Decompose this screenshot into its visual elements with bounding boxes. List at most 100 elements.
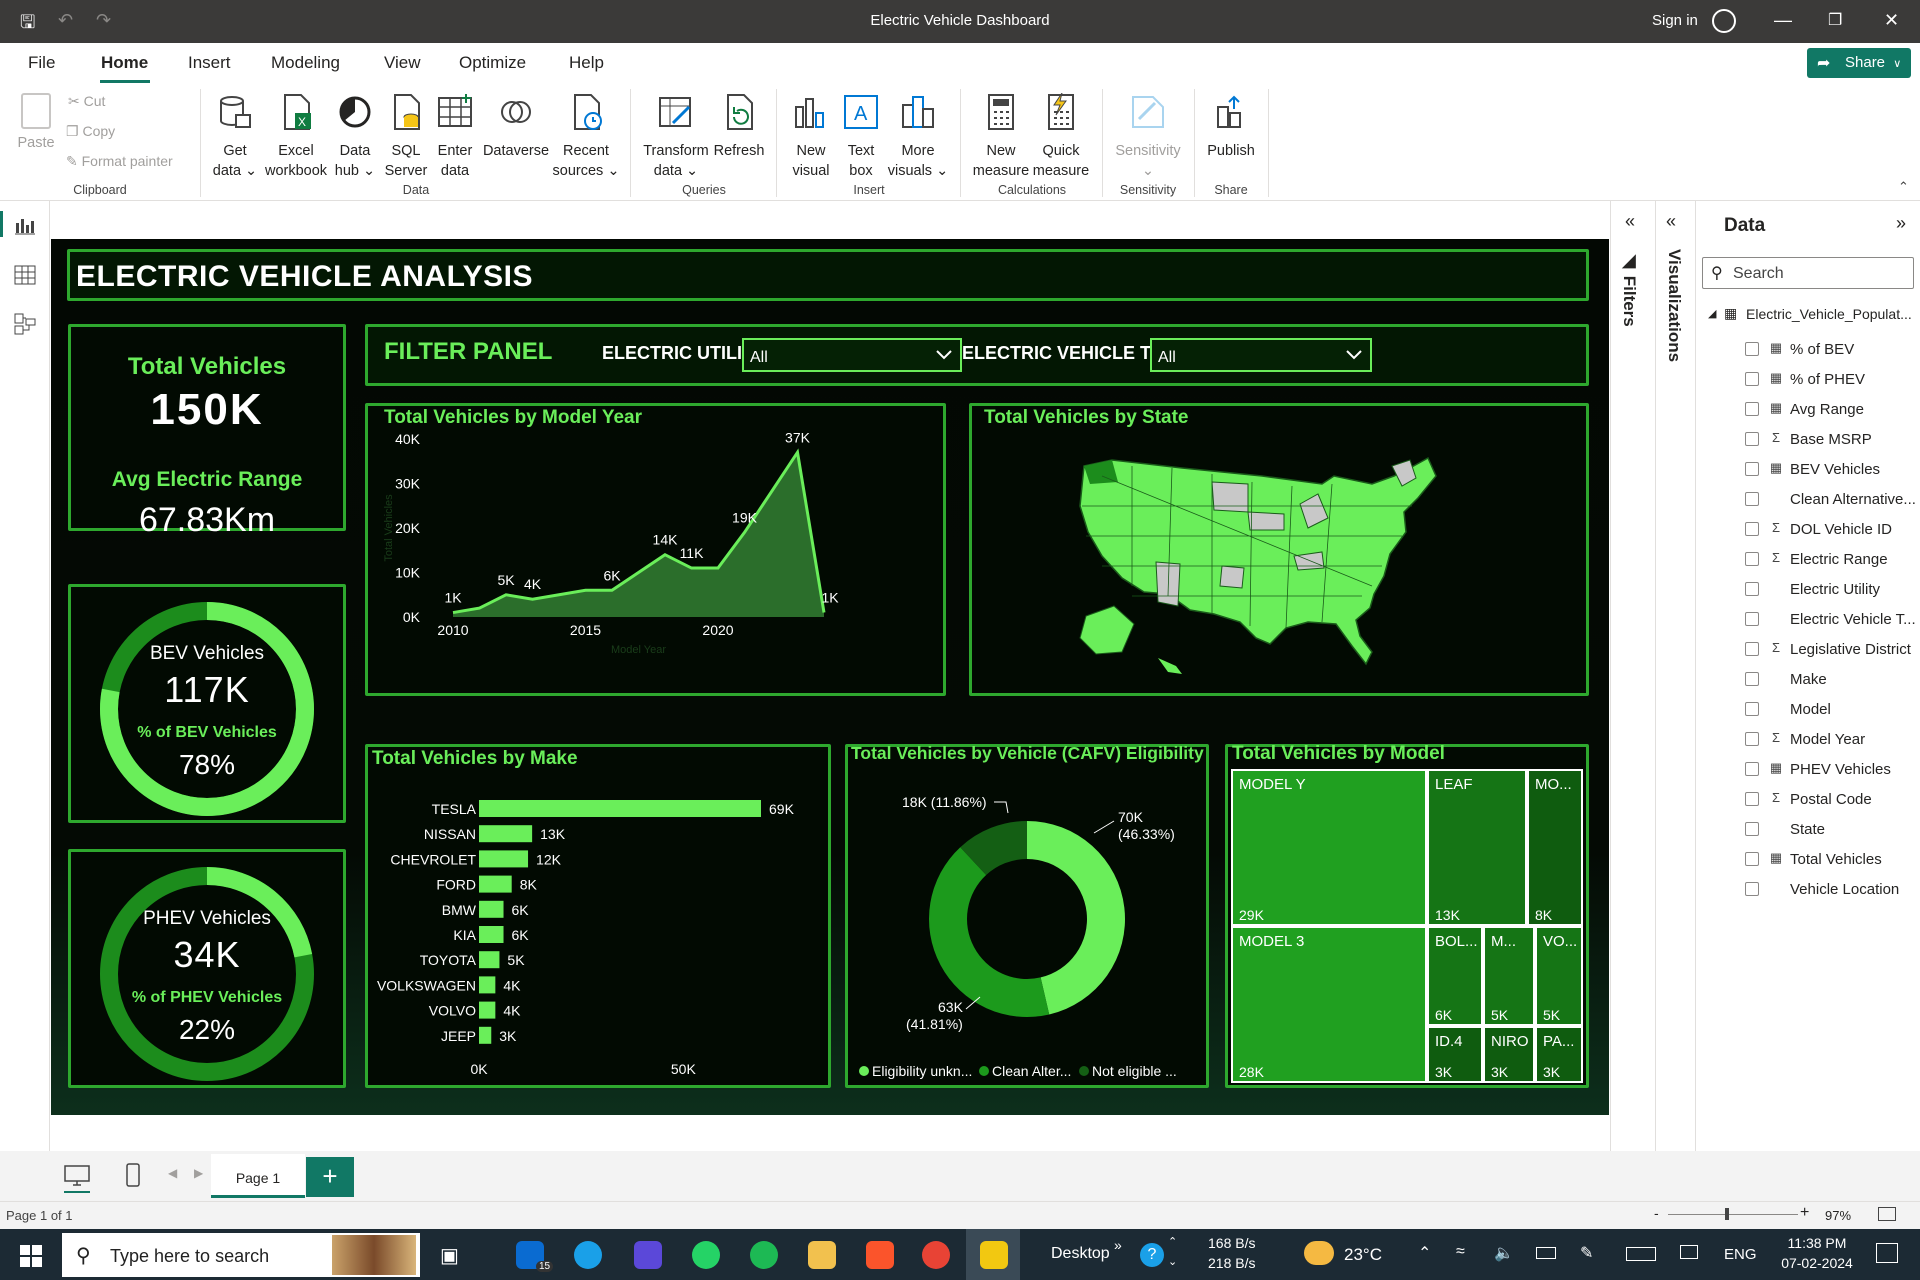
bar[interactable] bbox=[479, 875, 512, 893]
field-checkbox[interactable] bbox=[1745, 552, 1759, 566]
bar[interactable] bbox=[479, 926, 504, 943]
data-field-item[interactable]: ▦ % of BEV bbox=[1696, 338, 1920, 362]
make-chart-card[interactable]: Total Vehicles by Make TESLA 69K NISSAN 13K… bbox=[365, 744, 831, 1088]
field-checkbox[interactable] bbox=[1745, 762, 1759, 776]
collapse-filters-icon[interactable]: « bbox=[1625, 211, 1635, 232]
field-checkbox[interactable] bbox=[1745, 852, 1759, 866]
prev-page-icon[interactable]: ◀ bbox=[168, 1166, 177, 1180]
chrome-icon[interactable] bbox=[922, 1241, 950, 1269]
treemap-tile[interactable]: MO... 8K bbox=[1527, 769, 1583, 926]
data-search-input[interactable]: ⚲ Search bbox=[1702, 257, 1914, 289]
electric-utility-dropdown[interactable]: All bbox=[742, 338, 962, 372]
clock-date[interactable]: 07-02-2024 bbox=[1772, 1255, 1862, 1271]
data-field-item[interactable]: Σ Legislative District bbox=[1696, 638, 1920, 662]
sql-server-button[interactable]: SQL Server bbox=[384, 93, 428, 181]
paste-button[interactable]: Paste bbox=[14, 93, 58, 153]
table-view-icon[interactable] bbox=[14, 265, 36, 285]
close-icon[interactable]: ✕ bbox=[1884, 10, 1899, 31]
app-icon[interactable] bbox=[634, 1241, 662, 1269]
data-field-item[interactable]: Σ Base MSRP bbox=[1696, 428, 1920, 452]
new-measure-button[interactable]: New measure bbox=[970, 93, 1032, 181]
data-field-item[interactable]: Σ Model Year bbox=[1696, 728, 1920, 752]
bar[interactable] bbox=[479, 825, 533, 843]
dataverse-button[interactable]: Dataverse bbox=[482, 93, 550, 161]
restore-icon[interactable]: ❐ bbox=[1828, 10, 1842, 30]
menu-optimize[interactable]: Optimize bbox=[459, 53, 526, 73]
data-field-item[interactable]: Model bbox=[1696, 698, 1920, 722]
volume-icon[interactable]: 🔈 bbox=[1494, 1243, 1514, 1263]
menu-file[interactable]: File bbox=[28, 53, 55, 73]
eligibility-chart-card[interactable]: Total Vehicles by Vehicle (CAFV) Eligibi… bbox=[845, 743, 1209, 1088]
data-field-item[interactable]: Clean Alternative... bbox=[1696, 488, 1920, 512]
share-button[interactable]: ➦ Share ∨ bbox=[1807, 48, 1911, 78]
keyboard-icon[interactable] bbox=[1626, 1247, 1656, 1261]
format-painter-button[interactable]: ✎ Format painter bbox=[66, 153, 173, 170]
model-treemap-card[interactable]: Total Vehicles by Model MODEL Y 29K MODEL … bbox=[1225, 743, 1589, 1088]
file-explorer-icon[interactable] bbox=[808, 1241, 836, 1269]
field-checkbox[interactable] bbox=[1745, 342, 1759, 356]
field-checkbox[interactable] bbox=[1745, 402, 1759, 416]
bar[interactable] bbox=[479, 900, 504, 918]
copy-button[interactable]: ❐ Copy bbox=[66, 123, 115, 140]
text-box-button[interactable]: A Text box bbox=[838, 93, 884, 181]
help-icon[interactable]: ? bbox=[1140, 1243, 1164, 1267]
wifi-icon[interactable]: ≈ bbox=[1456, 1243, 1465, 1261]
power-bi-icon[interactable] bbox=[980, 1241, 1008, 1269]
bar[interactable] bbox=[479, 1026, 492, 1044]
battery-icon[interactable] bbox=[1536, 1247, 1556, 1259]
menu-insert[interactable]: Insert bbox=[188, 53, 231, 73]
desktop-layout-icon[interactable] bbox=[64, 1165, 90, 1187]
mobile-layout-icon[interactable] bbox=[126, 1163, 140, 1187]
add-page-button[interactable]: + bbox=[306, 1157, 354, 1197]
enter-data-button[interactable]: Enter data bbox=[432, 93, 478, 181]
data-field-item[interactable]: Σ Postal Code bbox=[1696, 788, 1920, 812]
fit-page-icon[interactable] bbox=[1878, 1207, 1896, 1221]
zoom-in-icon[interactable]: + bbox=[1800, 1204, 1809, 1222]
data-table-name[interactable]: Electric_Vehicle_Populat... bbox=[1746, 306, 1918, 322]
cut-button[interactable]: ✂ Cut bbox=[68, 93, 105, 110]
pen-icon[interactable]: ✎ bbox=[1580, 1243, 1593, 1263]
model-year-chart-card[interactable]: Total Vehicles by Model Year 0K 10K 20K 30K… bbox=[365, 403, 946, 696]
bar[interactable] bbox=[479, 1001, 496, 1019]
spotify-icon[interactable] bbox=[750, 1241, 778, 1269]
collapse-viz-icon[interactable]: « bbox=[1666, 211, 1676, 232]
minimize-icon[interactable]: — bbox=[1774, 10, 1792, 31]
task-view-icon[interactable]: ▣ bbox=[440, 1243, 459, 1268]
vehicle-type-dropdown[interactable]: All bbox=[1150, 338, 1372, 372]
account-icon[interactable] bbox=[1712, 9, 1736, 33]
zoom-slider-thumb[interactable] bbox=[1725, 1208, 1729, 1220]
display-icon[interactable] bbox=[1680, 1245, 1698, 1259]
windows-start-icon[interactable] bbox=[20, 1245, 42, 1267]
field-checkbox[interactable] bbox=[1745, 522, 1759, 536]
treemap-tile[interactable]: MODEL Y 29K bbox=[1231, 769, 1427, 926]
treemap-tile[interactable]: BOL... 6K bbox=[1427, 926, 1483, 1026]
phev-card[interactable]: PHEV Vehicles 34K % of PHEV Vehicles 22% bbox=[68, 849, 346, 1088]
data-field-item[interactable]: ▦ Avg Range bbox=[1696, 398, 1920, 422]
new-visual-button[interactable]: New visual bbox=[786, 93, 836, 181]
field-checkbox[interactable] bbox=[1745, 732, 1759, 746]
field-checkbox[interactable] bbox=[1745, 642, 1759, 656]
treemap-tile[interactable]: VO... 5K bbox=[1535, 926, 1583, 1026]
excel-workbook-button[interactable]: X Excel workbook bbox=[262, 93, 330, 181]
field-checkbox[interactable] bbox=[1745, 582, 1759, 596]
data-field-item[interactable]: Σ DOL Vehicle ID bbox=[1696, 518, 1920, 542]
data-hub-button[interactable]: Data hub ⌄ bbox=[332, 93, 378, 181]
field-checkbox[interactable] bbox=[1745, 492, 1759, 506]
sensitivity-button[interactable]: Sensitivity ⌄ bbox=[1110, 93, 1186, 181]
bar[interactable] bbox=[479, 800, 761, 817]
input-language[interactable]: ENG bbox=[1724, 1246, 1757, 1263]
data-field-item[interactable]: ▦ % of PHEV bbox=[1696, 368, 1920, 392]
treemap-tile[interactable]: M... 5K bbox=[1483, 926, 1535, 1026]
data-field-item[interactable]: ▦ Total Vehicles bbox=[1696, 848, 1920, 872]
show-hidden-icons[interactable]: ⌃ bbox=[1418, 1243, 1431, 1263]
bar[interactable] bbox=[479, 976, 496, 994]
refresh-button[interactable]: Refresh bbox=[712, 93, 766, 161]
weather-icon[interactable] bbox=[1304, 1241, 1334, 1265]
menu-help[interactable]: Help bbox=[569, 53, 604, 73]
taskbar-search-box[interactable]: ⚲ Type here to search bbox=[62, 1233, 420, 1277]
field-checkbox[interactable] bbox=[1745, 432, 1759, 446]
clock-time[interactable]: 11:38 PM bbox=[1778, 1235, 1856, 1251]
field-checkbox[interactable] bbox=[1745, 612, 1759, 626]
visualizations-label[interactable]: Visualizations bbox=[1664, 249, 1684, 362]
whatsapp-icon[interactable] bbox=[692, 1241, 720, 1269]
